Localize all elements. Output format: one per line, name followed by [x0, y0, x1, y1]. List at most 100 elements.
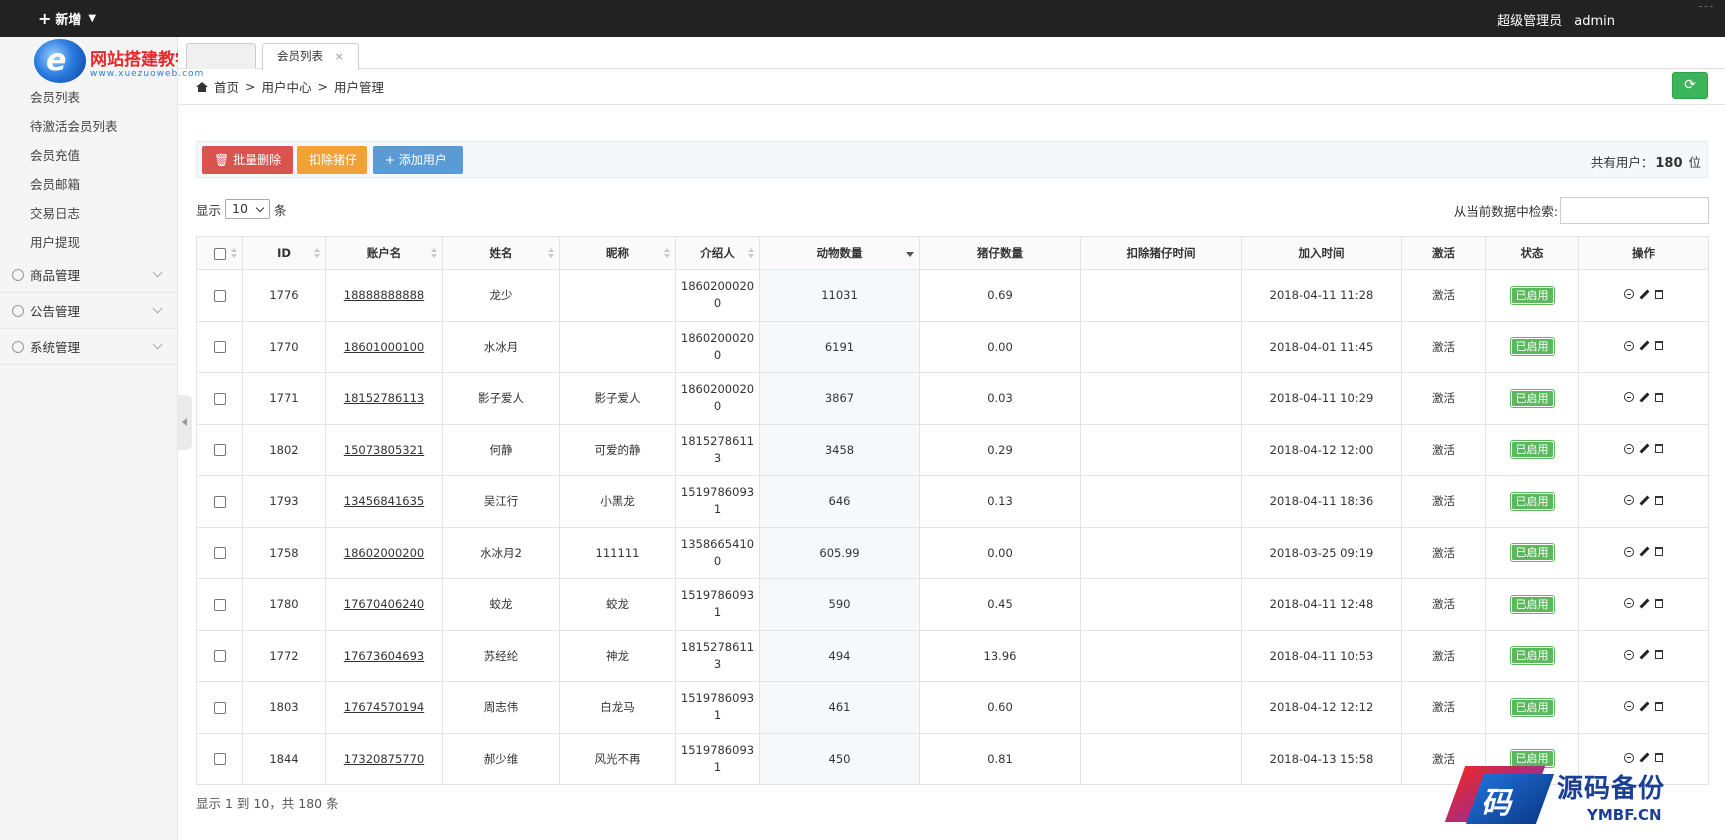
deduct-piglet-button[interactable]: 扣除猪仔	[297, 146, 367, 174]
trash-icon[interactable]	[1655, 392, 1663, 402]
trash-icon[interactable]	[1655, 547, 1663, 557]
add-user-button[interactable]: + 添加用户	[373, 146, 463, 174]
row-select-cell[interactable]	[196, 372, 243, 425]
column-header-piglets[interactable]: 猪仔数量	[919, 236, 1081, 270]
row-checkbox[interactable]	[213, 753, 226, 766]
trash-icon[interactable]	[1655, 341, 1663, 351]
edit-icon[interactable]	[1639, 598, 1650, 609]
cell-account[interactable]: 17670406240	[325, 578, 443, 631]
cell-account[interactable]: 17673604693	[325, 629, 443, 682]
sidebar-item-pending-members[interactable]: 待激活会员列表	[0, 112, 177, 141]
row-select-cell[interactable]	[196, 732, 243, 785]
edit-icon[interactable]	[1639, 752, 1650, 763]
row-checkbox[interactable]	[213, 701, 226, 714]
column-header-joined[interactable]: 加入时间	[1241, 236, 1402, 270]
status-badge[interactable]: 已启用	[1509, 440, 1555, 460]
edit-icon[interactable]	[1639, 340, 1650, 351]
row-checkbox[interactable]	[213, 495, 226, 508]
row-select-cell[interactable]	[196, 578, 243, 631]
cell-account[interactable]: 17674570194	[325, 681, 443, 734]
row-checkbox[interactable]	[213, 392, 226, 405]
trash-icon[interactable]	[1655, 289, 1663, 299]
status-badge[interactable]: 已启用	[1509, 388, 1555, 408]
disable-icon[interactable]	[1624, 701, 1634, 712]
row-select-cell[interactable]	[196, 629, 243, 682]
row-select-cell[interactable]	[196, 681, 243, 734]
disable-icon[interactable]	[1624, 289, 1634, 300]
batch-delete-button[interactable]: 🗑 批量删除	[202, 146, 293, 174]
breadcrumb-user-center[interactable]: 用户中心	[262, 77, 312, 96]
row-select-cell[interactable]	[196, 526, 243, 579]
cell-account[interactable]: 18601000100	[325, 320, 443, 373]
disable-icon[interactable]	[1624, 546, 1634, 557]
column-header-account[interactable]: 账户名	[325, 236, 443, 270]
disable-icon[interactable]	[1624, 598, 1634, 609]
tab-home[interactable]	[186, 43, 256, 69]
row-checkbox[interactable]	[213, 341, 226, 354]
row-select-cell[interactable]	[196, 320, 243, 373]
row-checkbox[interactable]	[213, 289, 226, 302]
trash-icon[interactable]	[1655, 598, 1663, 608]
tab-member-list[interactable]: 会员列表 ×	[262, 43, 359, 70]
row-checkbox[interactable]	[213, 598, 226, 611]
sidebar-collapse-handle[interactable]	[178, 395, 192, 450]
sidebar-group-system[interactable]: 系统管理	[0, 329, 177, 365]
breadcrumb-home[interactable]: 首页	[214, 77, 239, 96]
column-header-nickname[interactable]: 昵称	[559, 236, 676, 270]
sidebar-group-notice[interactable]: 公告管理	[0, 293, 177, 329]
cell-account[interactable]: 18888888888	[325, 269, 443, 322]
trash-icon[interactable]	[1655, 495, 1663, 505]
status-badge[interactable]: 已启用	[1509, 337, 1555, 357]
user-menu[interactable]: 超级管理员 admin	[1497, 10, 1615, 29]
column-header-referrer[interactable]: 介绍人	[675, 236, 760, 270]
row-checkbox[interactable]	[213, 547, 226, 560]
column-header-status[interactable]: 状态	[1485, 236, 1579, 270]
sidebar-item-recharge[interactable]: 会员充值	[0, 141, 177, 170]
cell-account[interactable]: 18602000200	[325, 526, 443, 579]
row-select-cell[interactable]	[196, 423, 243, 476]
trash-icon[interactable]	[1655, 701, 1663, 711]
menu-toggle-icon[interactable]	[1699, 6, 1713, 9]
row-select-cell[interactable]	[196, 269, 243, 322]
edit-icon[interactable]	[1639, 392, 1650, 403]
cell-account[interactable]: 18152786113	[325, 372, 443, 425]
trash-icon[interactable]	[1655, 753, 1663, 763]
edit-icon[interactable]	[1639, 701, 1650, 712]
edit-icon[interactable]	[1639, 443, 1650, 454]
cell-account[interactable]: 13456841635	[325, 475, 443, 528]
sidebar-group-goods[interactable]: 商品管理	[0, 257, 177, 293]
select-all-cell[interactable]	[196, 236, 243, 270]
sidebar-group-members[interactable]	[0, 37, 177, 83]
status-badge[interactable]: 已启用	[1509, 491, 1555, 511]
column-header-name[interactable]: 姓名	[442, 236, 560, 270]
close-icon[interactable]: ×	[335, 50, 344, 63]
status-badge[interactable]: 已启用	[1509, 543, 1555, 563]
edit-icon[interactable]	[1639, 546, 1650, 557]
column-header-active[interactable]: 激活	[1401, 236, 1486, 270]
cell-account[interactable]: 15073805321	[325, 423, 443, 476]
refresh-button[interactable]: ⟳	[1672, 72, 1708, 99]
disable-icon[interactable]	[1624, 495, 1634, 506]
disable-icon[interactable]	[1624, 443, 1634, 454]
cell-account[interactable]: 17320875770	[325, 732, 443, 785]
status-badge[interactable]: 已启用	[1509, 646, 1555, 666]
trash-icon[interactable]	[1655, 444, 1663, 454]
status-badge[interactable]: 已启用	[1509, 594, 1555, 614]
new-menu-button[interactable]: + 新增 ▼	[38, 9, 96, 28]
sidebar-item-withdraw[interactable]: 用户提现	[0, 228, 177, 257]
status-badge[interactable]: 已启用	[1509, 285, 1555, 305]
column-header-animals[interactable]: 动物数量	[759, 236, 920, 270]
status-badge[interactable]: 已启用	[1509, 697, 1555, 717]
disable-icon[interactable]	[1624, 392, 1634, 403]
row-checkbox[interactable]	[213, 650, 226, 663]
row-checkbox[interactable]	[213, 444, 226, 457]
trash-icon[interactable]	[1655, 650, 1663, 660]
page-length-select[interactable]: 10	[225, 199, 271, 219]
disable-icon[interactable]	[1624, 649, 1634, 660]
disable-icon[interactable]	[1624, 752, 1634, 763]
select-all-checkbox[interactable]	[213, 247, 226, 260]
edit-icon[interactable]	[1639, 289, 1650, 300]
disable-icon[interactable]	[1624, 340, 1634, 351]
column-header-id[interactable]: ID	[242, 236, 326, 270]
sidebar-item-email[interactable]: 会员邮箱	[0, 170, 177, 199]
